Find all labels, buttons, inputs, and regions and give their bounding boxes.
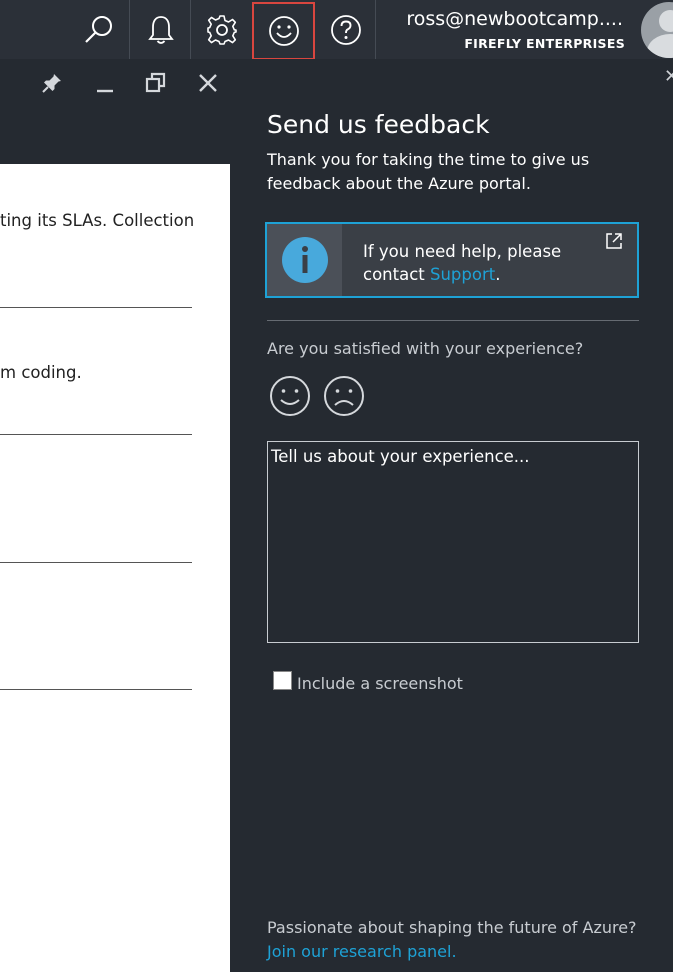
blade-divider [0,689,192,690]
blade-text-line: ting its SLAs. Collection [0,211,195,230]
search-icon [84,15,112,43]
blade-divider [0,434,192,435]
feedback-subtitle: Thank you for taking the time to give us… [267,150,590,193]
gear-icon [206,14,237,45]
portal-screen: ross@newbootcamp.... FIREFLY ENTERPRISES [0,0,673,972]
help-button[interactable] [315,0,376,59]
blade-divider [0,562,192,563]
search-button[interactable] [68,0,129,59]
research-panel-link[interactable]: Join our research panel. [267,942,457,961]
minimize-button[interactable] [88,66,122,100]
info-icon [281,237,328,283]
happy-face-icon[interactable] [269,375,311,417]
section-divider [267,320,639,321]
restore-icon [145,72,166,93]
top-nav-bar: ross@newbootcamp.... FIREFLY ENTERPRISES [0,0,673,60]
close-icon [199,74,217,92]
experience-textarea[interactable] [267,441,639,643]
help-period: . [495,265,501,284]
sad-face-icon[interactable] [323,375,365,417]
satisfaction-question: Are you satisfied with your experience? [267,339,584,358]
screenshot-checkbox[interactable] [273,671,292,690]
notifications-button[interactable] [130,0,191,59]
screenshot-label[interactable]: Include a screenshot [297,674,463,693]
avatar[interactable] [641,2,673,58]
pin-icon [42,74,61,93]
help-callout[interactable]: If you need help, please contact Support… [265,222,639,298]
blade-text-line: m coding. [0,363,82,382]
avatar-head [659,10,673,32]
info-icon-area [267,224,342,296]
close-button[interactable] [191,66,225,100]
pin-button[interactable] [35,66,69,100]
support-link[interactable]: Support [430,265,495,284]
research-text: Passionate about shaping the future of A… [267,918,637,937]
settings-button[interactable] [191,0,252,59]
panel-close-icon[interactable]: ✕ [664,66,673,87]
blade-content: ting its SLAs. Collection m coding. [0,164,230,972]
avatar-body [647,34,673,58]
help-icon [330,14,361,45]
bell-icon [147,15,174,44]
minimize-icon [97,89,113,93]
nav-separator [375,0,376,59]
smiley-icon [268,16,299,46]
feedback-button[interactable] [252,2,315,60]
blade-divider [0,307,192,308]
user-organization[interactable]: FIREFLY ENTERPRISES [464,36,625,51]
blade-header [0,104,230,164]
restore-button[interactable] [139,66,173,100]
feedback-title: Send us feedback [267,110,490,139]
external-link-icon[interactable] [605,232,623,250]
user-name[interactable]: ross@newbootcamp.... [406,8,623,30]
help-message: If you need help, please contact Support… [363,240,593,286]
